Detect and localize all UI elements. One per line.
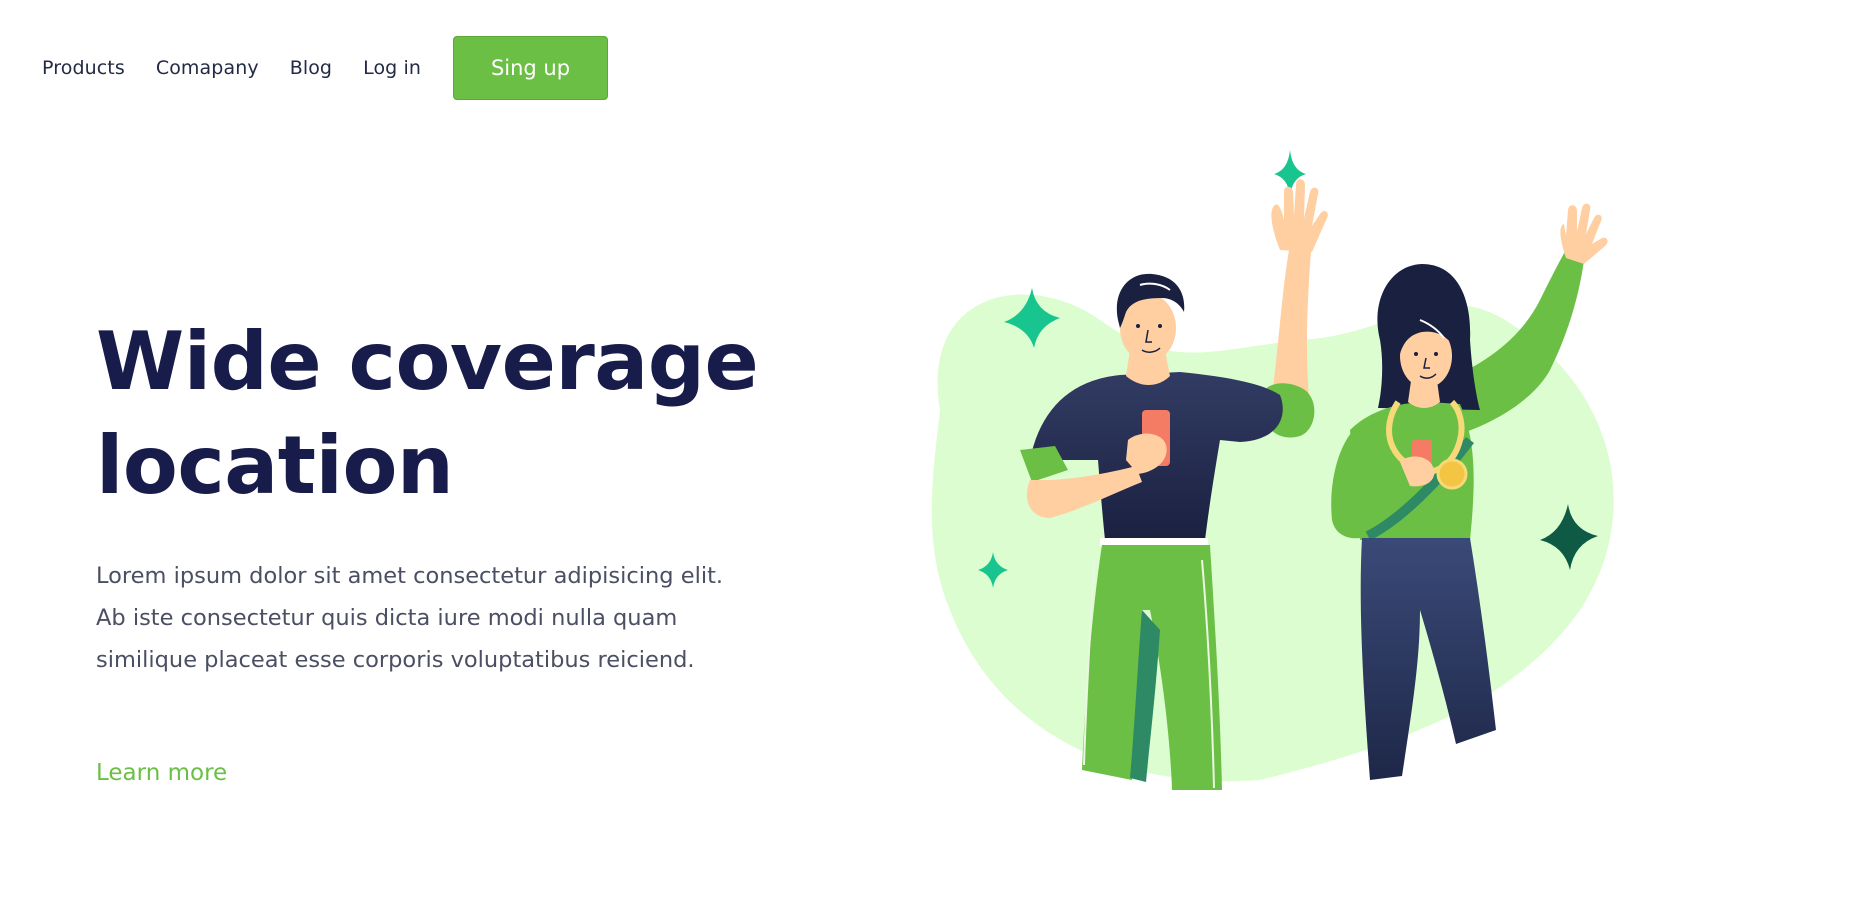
nav-link-products[interactable]: Products	[42, 57, 125, 79]
landing-page: Products Comapany Blog Log in Sing up Wi…	[0, 0, 1856, 906]
nav-link-login[interactable]: Log in	[363, 57, 421, 79]
nav-link-company[interactable]: Comapany	[156, 57, 259, 79]
signup-button[interactable]: Sing up	[453, 36, 608, 100]
top-nav: Products Comapany Blog Log in Sing up	[42, 36, 608, 100]
learn-more-link[interactable]: Learn more	[96, 760, 227, 786]
nav-link-blog[interactable]: Blog	[290, 57, 332, 79]
hero-title-line-2: location	[96, 419, 454, 512]
hero-description: Lorem ipsum dolor sit amet consectetur a…	[96, 555, 756, 681]
people-waving-illustration	[931, 150, 1614, 790]
hero-description-line-1: Lorem ipsum dolor sit amet consectetur a…	[96, 563, 724, 589]
hero-title-line-1: Wide coverage	[96, 315, 759, 408]
hero-title: Wide coverage location	[96, 310, 796, 518]
hero-description-line-3: similique placeat esse corporis voluptat…	[96, 647, 695, 673]
hero-description-line-2: Ab iste consectetur quis dicta iure modi…	[96, 605, 678, 631]
